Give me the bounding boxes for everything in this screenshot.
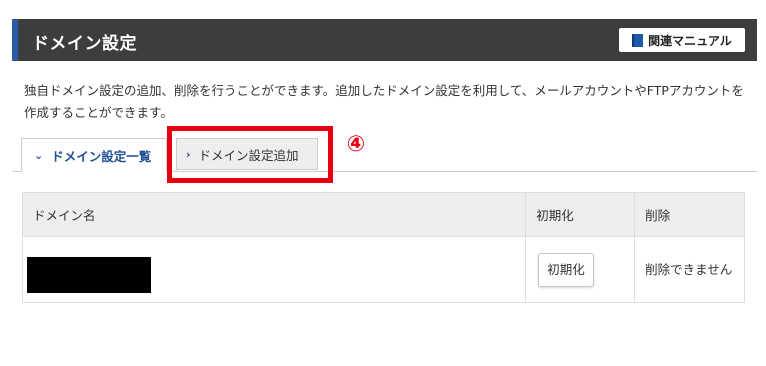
step-number-annotation: ④ xyxy=(346,132,366,157)
page-title: ドメイン設定 xyxy=(32,34,137,54)
highlight-box xyxy=(167,126,333,183)
chevron-down-icon: ⌄ xyxy=(34,148,44,162)
initialize-button[interactable]: 初期化 xyxy=(538,252,594,287)
column-header-domain-name: ドメイン名 xyxy=(21,192,527,237)
table-row: 初期化 削除できません xyxy=(21,236,745,303)
related-manual-label: 関連マニュアル xyxy=(648,33,732,48)
column-header-initialize: 初期化 xyxy=(525,192,636,237)
page-description: 独自ドメイン設定の追加、削除を行うことができます。追加したドメイン設定を利用して… xyxy=(24,83,744,120)
column-header-delete: 削除 xyxy=(634,192,745,237)
book-icon xyxy=(632,33,644,47)
related-manual-button[interactable]: 関連マニュアル xyxy=(619,28,745,52)
delete-cell: 削除できません xyxy=(634,236,745,303)
delete-status-text: 削除できません xyxy=(645,261,733,277)
redacted-domain-name xyxy=(27,256,151,293)
initialize-cell: 初期化 xyxy=(525,236,636,303)
tab-domain-list[interactable]: ⌄ ドメイン設定一覧 xyxy=(21,138,167,172)
table-header-row: ドメイン名 初期化 削除 xyxy=(21,192,745,237)
page-header: ドメイン設定 関連マニュアル xyxy=(12,19,757,61)
tab-domain-list-label: ドメイン設定一覧 xyxy=(51,148,152,164)
domain-name-cell xyxy=(21,236,527,303)
domain-table: ドメイン名 初期化 削除 初期化 削除できません xyxy=(21,192,745,303)
